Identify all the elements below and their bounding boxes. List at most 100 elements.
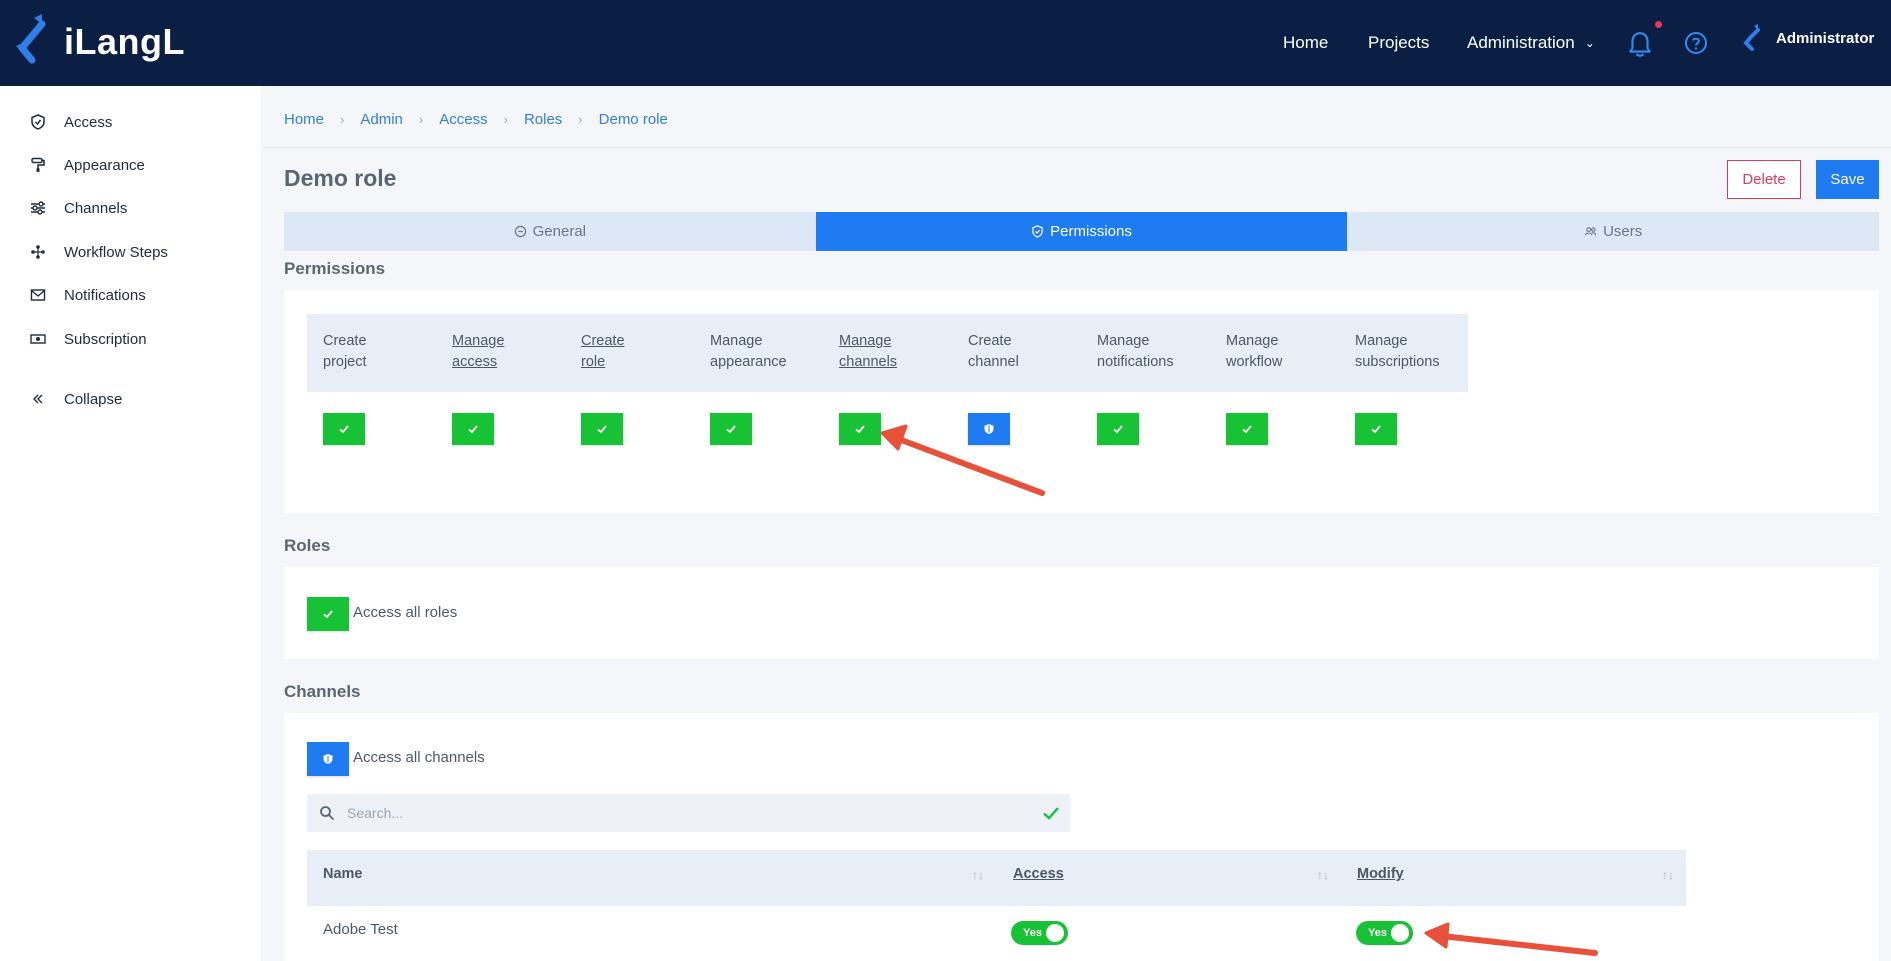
column-header-modify[interactable]: Modify (1357, 866, 1404, 882)
notification-dot (1655, 21, 1662, 28)
sidebar-item-notifications[interactable]: Notifications (30, 283, 146, 307)
check-icon (1371, 425, 1381, 434)
sort-arrows-icon[interactable]: ↑↓ (972, 868, 988, 890)
channels-card (284, 713, 1879, 961)
sidebar-item-access[interactable]: Access (30, 110, 112, 134)
permission-column-header[interactable]: Create role (581, 331, 691, 373)
permission-column-header: Create project (323, 331, 433, 373)
permission-header-line: Create (323, 333, 367, 349)
nav-home-link[interactable]: Home (1283, 0, 1328, 86)
permission-header-line: project (323, 354, 367, 370)
tab-permissions[interactable]: Permissions (815, 212, 1348, 251)
check-icon (855, 425, 865, 434)
section-title-channels: Channels (284, 682, 361, 701)
top-navbar: iLangL Home Projects Administration ⌄ Ad… (0, 0, 1891, 86)
toggle-knob (1046, 924, 1064, 942)
brand-logo[interactable]: iLangL (12, 12, 185, 72)
permission-checkbox[interactable] (323, 413, 365, 445)
delete-button[interactable]: Delete (1727, 160, 1801, 199)
access-all-channels-checkbox[interactable] (307, 742, 349, 776)
permission-checkbox[interactable] (1355, 413, 1397, 445)
user-name: Administrator (1776, 29, 1875, 47)
breadcrumb-admin[interactable]: Admin (360, 111, 403, 128)
sidebar-item-subscription[interactable]: Subscription (30, 327, 147, 351)
sort-arrows-icon[interactable]: ↑↓ (1662, 868, 1678, 890)
sidebar-item-label: Subscription (64, 330, 147, 348)
money-icon (30, 334, 46, 344)
permission-checkbox[interactable] (452, 413, 494, 445)
permission-checkbox[interactable] (1226, 413, 1268, 445)
breadcrumb: Home › Admin › Access › Roles › Demo rol… (284, 111, 668, 128)
access-all-channels-label: Access all channels (353, 749, 485, 766)
sidebar-item-label: Notifications (64, 286, 146, 304)
shield-icon (31, 114, 45, 130)
sidebar-collapse-button[interactable]: Collapse (30, 387, 122, 411)
sidebar-item-label: Appearance (64, 156, 145, 174)
permission-column-header: Create channel (968, 331, 1078, 373)
permission-checkbox[interactable] (968, 413, 1010, 445)
sidebar-item-appearance[interactable]: Appearance (30, 153, 145, 177)
check-icon (1113, 425, 1123, 434)
nav-administration-label: Administration (1467, 33, 1575, 52)
sidebar-item-channels[interactable]: Channels (30, 196, 127, 220)
section-title-permissions: Permissions (284, 259, 386, 278)
permission-checkbox[interactable] (710, 413, 752, 445)
tab-users[interactable]: Users (1347, 212, 1880, 251)
permission-checkbox[interactable] (581, 413, 623, 445)
chevron-right-icon: › (503, 112, 508, 127)
sliders-icon (31, 201, 45, 215)
logo-mark-icon (16, 14, 46, 64)
modify-toggle[interactable]: Yes (1356, 921, 1413, 945)
access-all-roles-checkbox[interactable] (307, 597, 349, 631)
permission-header-line: notifications (1097, 354, 1174, 370)
permission-header-line: Manage (452, 333, 505, 349)
permission-column-header[interactable]: Manage access (452, 331, 562, 373)
channels-table-header (307, 850, 1686, 906)
sidebar-item-label: Access (64, 113, 113, 131)
permission-header-line: Create (968, 333, 1012, 349)
sidebar: Access Appearance Channels Workflow Step… (0, 86, 261, 961)
nav-projects-link[interactable]: Projects (1368, 0, 1429, 86)
search-input[interactable] (347, 794, 1027, 832)
paint-roller-icon (31, 157, 45, 172)
shield-icon (323, 754, 333, 764)
divider (261, 147, 1891, 148)
channel-search-bar (307, 794, 1070, 832)
tab-general[interactable]: General (284, 212, 816, 251)
toggle-label: Yes (1368, 927, 1387, 939)
tab-label: Permissions (1050, 223, 1132, 240)
check-icon (1242, 425, 1252, 434)
permission-column-header: Manage workflow (1226, 331, 1336, 373)
bell-icon[interactable] (1627, 30, 1653, 58)
double-chevron-left-icon (33, 394, 43, 404)
nav-administration-menu[interactable]: Administration ⌄ (1467, 0, 1595, 86)
user-menu[interactable]: Administrator (1742, 24, 1874, 52)
breadcrumb-home[interactable]: Home (284, 111, 324, 128)
minus-circle-icon (514, 225, 526, 238)
column-header-name[interactable]: Name (323, 866, 363, 882)
tab-label: Users (1603, 223, 1643, 240)
breadcrumb-access[interactable]: Access (439, 111, 487, 128)
breadcrumb-current[interactable]: Demo role (599, 111, 668, 128)
chevron-right-icon: › (418, 112, 424, 127)
workflow-icon (31, 245, 45, 259)
search-icon (320, 806, 335, 821)
permission-header-line: Create (581, 333, 625, 349)
tab-bar: General Permissions Users (284, 212, 1880, 251)
permission-column-header[interactable]: Manage channels (839, 331, 949, 373)
column-header-access[interactable]: Access (1013, 866, 1064, 882)
help-icon[interactable] (1684, 31, 1708, 55)
sidebar-item-workflow-steps[interactable]: Workflow Steps (30, 240, 168, 264)
sort-arrows-icon[interactable]: ↑↓ (1317, 868, 1333, 890)
access-toggle[interactable]: Yes (1011, 921, 1068, 945)
permission-header-line: Manage (1097, 333, 1150, 349)
chevron-right-icon: › (340, 112, 345, 127)
shield-icon (984, 424, 994, 434)
permission-checkbox[interactable] (839, 413, 881, 445)
section-title-roles: Roles (284, 536, 331, 555)
permission-header-line: access (452, 354, 498, 370)
page-title: Demo role (284, 165, 397, 191)
save-button[interactable]: Save (1816, 160, 1879, 199)
permission-checkbox[interactable] (1097, 413, 1139, 445)
breadcrumb-roles[interactable]: Roles (524, 111, 562, 128)
